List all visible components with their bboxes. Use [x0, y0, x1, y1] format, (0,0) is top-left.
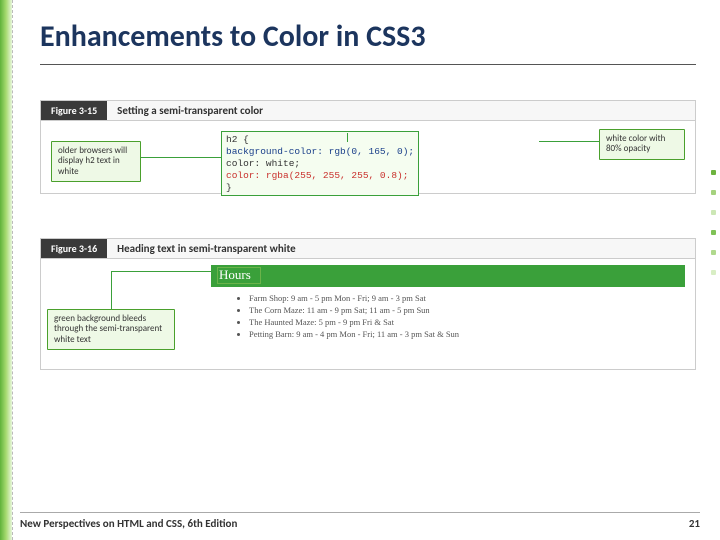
figure-badge: Figure 3-16	[41, 239, 107, 258]
figure-header: Figure 3-15 Setting a semi-transparent c…	[41, 101, 695, 121]
left-gradient-stripe	[0, 0, 12, 540]
hours-text-highlight-box	[217, 267, 261, 284]
content-area: Figure 3-15 Setting a semi-transparent c…	[40, 100, 696, 480]
callout-opacity: white color with 80% opacity	[599, 129, 685, 160]
callout-older-browsers: older browsers will display h2 text in w…	[51, 141, 141, 182]
code-line: color: rgba(255, 255, 255, 0.8);	[226, 170, 414, 182]
page-number: 21	[689, 517, 700, 530]
figure-body: older browsers will display h2 text in w…	[41, 121, 695, 193]
left-dashed-divider	[12, 0, 13, 540]
arrow-down-bgcolor	[347, 133, 348, 142]
footer-source: New Perspectives on HTML and CSS, 6th Ed…	[20, 517, 237, 530]
figure-header: Figure 3-16 Heading text in semi-transpa…	[41, 239, 695, 259]
figure-body: Hours green background bleeds through th…	[41, 259, 695, 369]
code-line: background-color: rgb(0, 165, 0);	[226, 146, 414, 158]
figure-badge: Figure 3-15	[41, 101, 107, 120]
list-item: The Corn Maze: 11 am - 9 pm Sat; 11 am -…	[249, 305, 685, 315]
figure-title: Heading text in semi-transparent white	[107, 239, 306, 258]
figure-3-16: Figure 3-16 Heading text in semi-transpa…	[40, 238, 696, 370]
slide-footer: New Perspectives on HTML and CSS, 6th Ed…	[20, 512, 700, 530]
hours-heading-bar: Hours	[211, 265, 685, 287]
hours-list: Farm Shop: 9 am - 5 pm Mon - Fri; 9 am -…	[237, 293, 685, 341]
figure-title: Setting a semi-transparent color	[107, 101, 273, 120]
slide-title: Enhancements to Color in CSS3	[40, 18, 426, 55]
list-item: Farm Shop: 9 am - 5 pm Mon - Fri; 9 am -…	[249, 293, 685, 303]
figure-3-15: Figure 3-15 Setting a semi-transparent c…	[40, 100, 696, 194]
callout-green-bleed: green background bleeds through the semi…	[47, 309, 175, 350]
css-code-block: h2 { background-color: rgb(0, 165, 0); c…	[221, 131, 419, 196]
arrow-left-to-code	[141, 157, 221, 158]
code-line: h2 {	[226, 134, 414, 146]
list-item: The Haunted Maze: 5 pm - 9 pm Fri & Sat	[249, 317, 685, 327]
code-line: color: white;	[226, 158, 414, 170]
right-decor-dots	[710, 0, 716, 540]
title-underline	[40, 64, 696, 65]
arrow-horizontal	[111, 271, 217, 272]
arrow-vertical	[111, 271, 112, 309]
arrow-right-to-code	[539, 141, 599, 142]
code-line: }	[226, 182, 414, 194]
list-item: Petting Barn: 9 am - 4 pm Mon - Fri; 11 …	[249, 329, 685, 339]
